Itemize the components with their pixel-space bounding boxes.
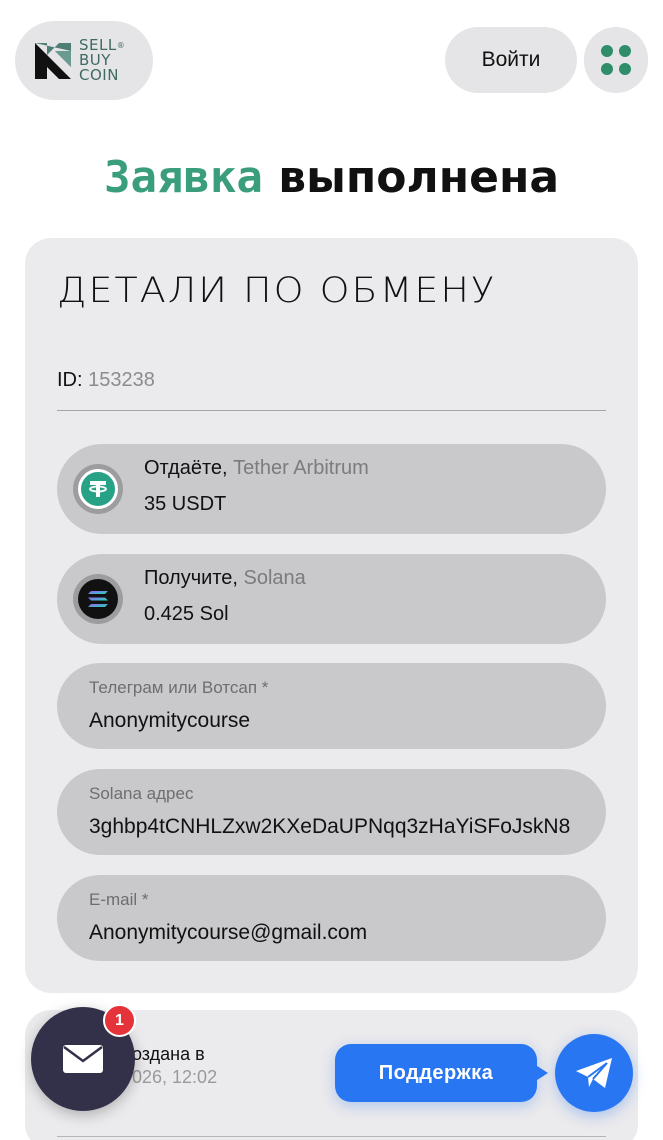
menu-button[interactable] xyxy=(584,27,648,93)
give-row: Отдаёте, Tether Arbitrum 35 USDT xyxy=(57,444,606,534)
divider xyxy=(57,1136,606,1137)
mail-icon xyxy=(63,1045,103,1073)
give-amount: 35 USDT xyxy=(144,493,227,515)
email-field[interactable]: E-mail * Anonymitycourse@gmail.com xyxy=(57,875,606,961)
address-field-value: 3ghbp4tCNHLZxw2KXeDaUPNqq3zHaYiSFoJskN8 xyxy=(89,815,571,838)
logo-text: SELL® BUY COIN xyxy=(79,36,126,84)
receive-label: Получите, Solana xyxy=(144,567,306,589)
divider xyxy=(57,410,606,411)
contact-field-label: Телеграм или Вотсап * xyxy=(89,678,269,697)
order-id: ID: 153238 xyxy=(57,369,155,391)
contact-field-value: Anonymitycourse xyxy=(89,709,251,732)
page-title: Заявка выполнена xyxy=(103,152,560,203)
grid-dots-icon xyxy=(601,45,631,75)
support-pointer xyxy=(534,1064,548,1082)
address-field-label: Solana адрес xyxy=(89,784,194,803)
header: SELL® BUY COIN Войти xyxy=(0,0,663,120)
email-field-label: E-mail * xyxy=(89,890,149,909)
telegram-button[interactable] xyxy=(555,1034,633,1112)
contact-field[interactable]: Телеграм или Вотсап * Anonymitycourse xyxy=(57,663,606,749)
receive-row: Получите, Solana 0.425 Sol xyxy=(57,554,606,644)
details-heading: ДЕТАЛИ ПО ОБМЕНУ xyxy=(57,269,497,311)
solana-address-field[interactable]: Solana адрес 3ghbp4tCNHLZxw2KXeDaUPNqq3z… xyxy=(57,769,606,855)
notification-badge: 1 xyxy=(103,1004,136,1037)
tether-coin-icon xyxy=(73,464,123,514)
logo[interactable]: SELL® BUY COIN xyxy=(15,21,153,100)
exchange-details-card: ДЕТАЛИ ПО ОБМЕНУ ID: 153238 Отдаёте, Tet… xyxy=(25,238,638,993)
created-label: оздана в xyxy=(132,1044,205,1064)
solana-coin-icon xyxy=(73,574,123,624)
receive-amount: 0.425 Sol xyxy=(144,603,229,625)
logo-mark-icon xyxy=(33,41,73,81)
give-label: Отдаёте, Tether Arbitrum xyxy=(144,457,369,479)
created-time: 026, 12:02 xyxy=(132,1067,218,1087)
login-button[interactable]: Войти xyxy=(445,27,577,93)
support-button[interactable]: Поддержка xyxy=(335,1044,537,1102)
telegram-icon xyxy=(576,1058,612,1088)
email-field-value: Anonymitycourse@gmail.com xyxy=(89,921,368,944)
